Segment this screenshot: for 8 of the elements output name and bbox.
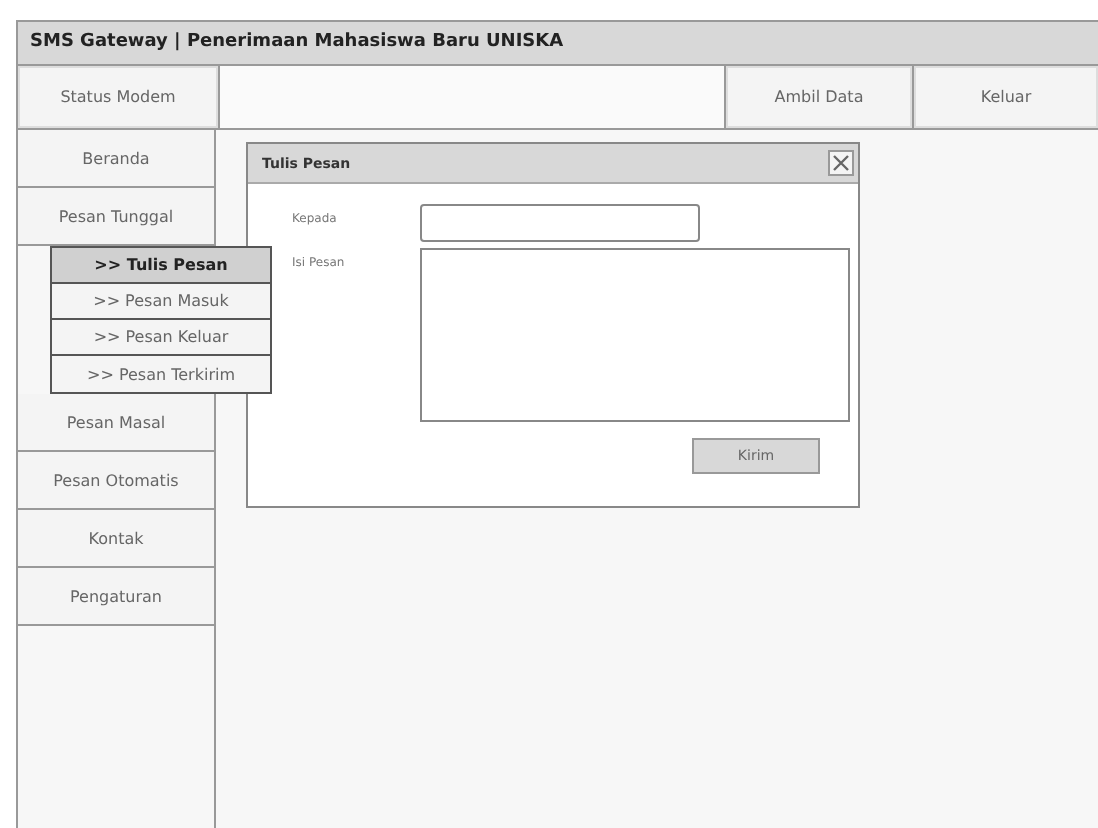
- toolbar-button[interactable]: Ambil Data: [726, 66, 914, 128]
- close-icon[interactable]: [828, 150, 854, 176]
- status-button[interactable]: Status Modem: [18, 66, 220, 128]
- window-title: SMS Gateway | Penerimaan Mahasiswa Baru UNISKA: [18, 22, 1098, 66]
- submenu-item[interactable]: >> Tulis Pesan: [52, 248, 270, 284]
- message-field[interactable]: [420, 248, 850, 422]
- input-field[interactable]: [420, 204, 700, 242]
- toolbar-button[interactable]: Keluar: [914, 66, 1098, 128]
